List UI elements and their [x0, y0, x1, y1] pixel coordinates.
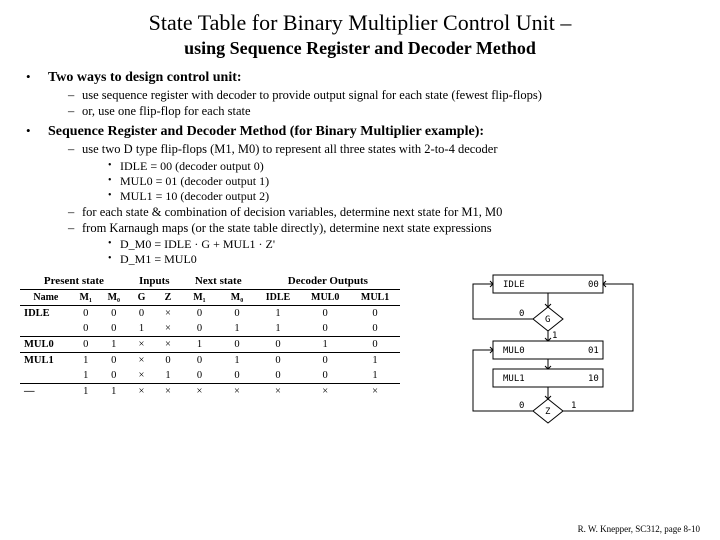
group-header-inputs: Inputs [128, 273, 181, 290]
svg-text:MUL0: MUL0 [503, 346, 525, 356]
decoder-output-item: MUL1 = 10 (decoder output 2) [108, 189, 700, 204]
table-row: IDLE000×00100 [20, 306, 400, 322]
equation-item: D_M0 = IDLE · G + MUL1 · Z' [108, 237, 700, 252]
section-1: Two ways to design control unit: use seq… [20, 69, 700, 119]
equation-item: D_M1 = MUL0 [108, 252, 700, 267]
section-1-heading: Two ways to design control unit: [48, 70, 242, 85]
group-header-present: Present state [20, 273, 128, 290]
svg-text:1: 1 [552, 331, 557, 341]
svg-text:0: 0 [519, 401, 524, 411]
col-header: MUL0 [300, 290, 350, 306]
section-1-item: or, use one flip-flop for each state [68, 104, 700, 120]
state-flowchart: IDLE 00 G 0 1 MUL0 01 MUL1 10 Z 0 1 [406, 273, 700, 457]
col-header: Name [20, 290, 72, 306]
table-row: —11××××××× [20, 384, 400, 399]
col-header: IDLE [256, 290, 301, 306]
state-table: Present state Inputs Next state Decoder … [20, 273, 400, 457]
group-header-next: Next state [181, 273, 256, 290]
col-header: M₀ [218, 290, 256, 306]
group-header-decoder: Decoder Outputs [256, 273, 400, 290]
title-line-1: State Table for Binary Multiplier Contro… [20, 10, 700, 36]
table-row: 10×100001 [20, 368, 400, 384]
decoder-output-item: IDLE = 00 (decoder output 0) [108, 159, 700, 174]
svg-text:01: 01 [588, 346, 599, 356]
section-1-item: use sequence register with decoder to pr… [68, 88, 700, 104]
col-header: M₀ [100, 290, 128, 306]
svg-text:00: 00 [588, 280, 599, 290]
section-2: Sequence Register and Decoder Method (fo… [20, 123, 700, 267]
decoder-output-item: MUL0 = 01 (decoder output 1) [108, 174, 700, 189]
col-header: M₁ [72, 290, 100, 306]
title-line-2: using Sequence Register and Decoder Meth… [20, 38, 700, 59]
col-header: Z [155, 290, 181, 306]
credit-line: R. W. Knepper, SC312, page 8-10 [578, 524, 700, 534]
col-header: MUL1 [350, 290, 400, 306]
svg-text:G: G [545, 315, 550, 325]
svg-text:1: 1 [571, 401, 576, 411]
svg-text:Z: Z [545, 407, 551, 417]
col-header: M₁ [181, 290, 219, 306]
table-row: 001×01100 [20, 321, 400, 337]
svg-text:IDLE: IDLE [503, 280, 525, 290]
section-2-item-2: for each state & combination of decision… [68, 205, 700, 221]
table-row: MUL001××10010 [20, 337, 400, 353]
col-header: G [128, 290, 155, 306]
section-2-heading: Sequence Register and Decoder Method (fo… [48, 124, 484, 139]
svg-text:0: 0 [519, 309, 524, 319]
section-2-item-1: use two D type flip-flops (M1, M0) to re… [68, 142, 700, 204]
section-2-item-3: from Karnaugh maps (or the state table d… [68, 221, 700, 268]
svg-text:MUL1: MUL1 [503, 374, 525, 384]
svg-text:10: 10 [588, 374, 599, 384]
table-row: MUL110×001001 [20, 353, 400, 368]
